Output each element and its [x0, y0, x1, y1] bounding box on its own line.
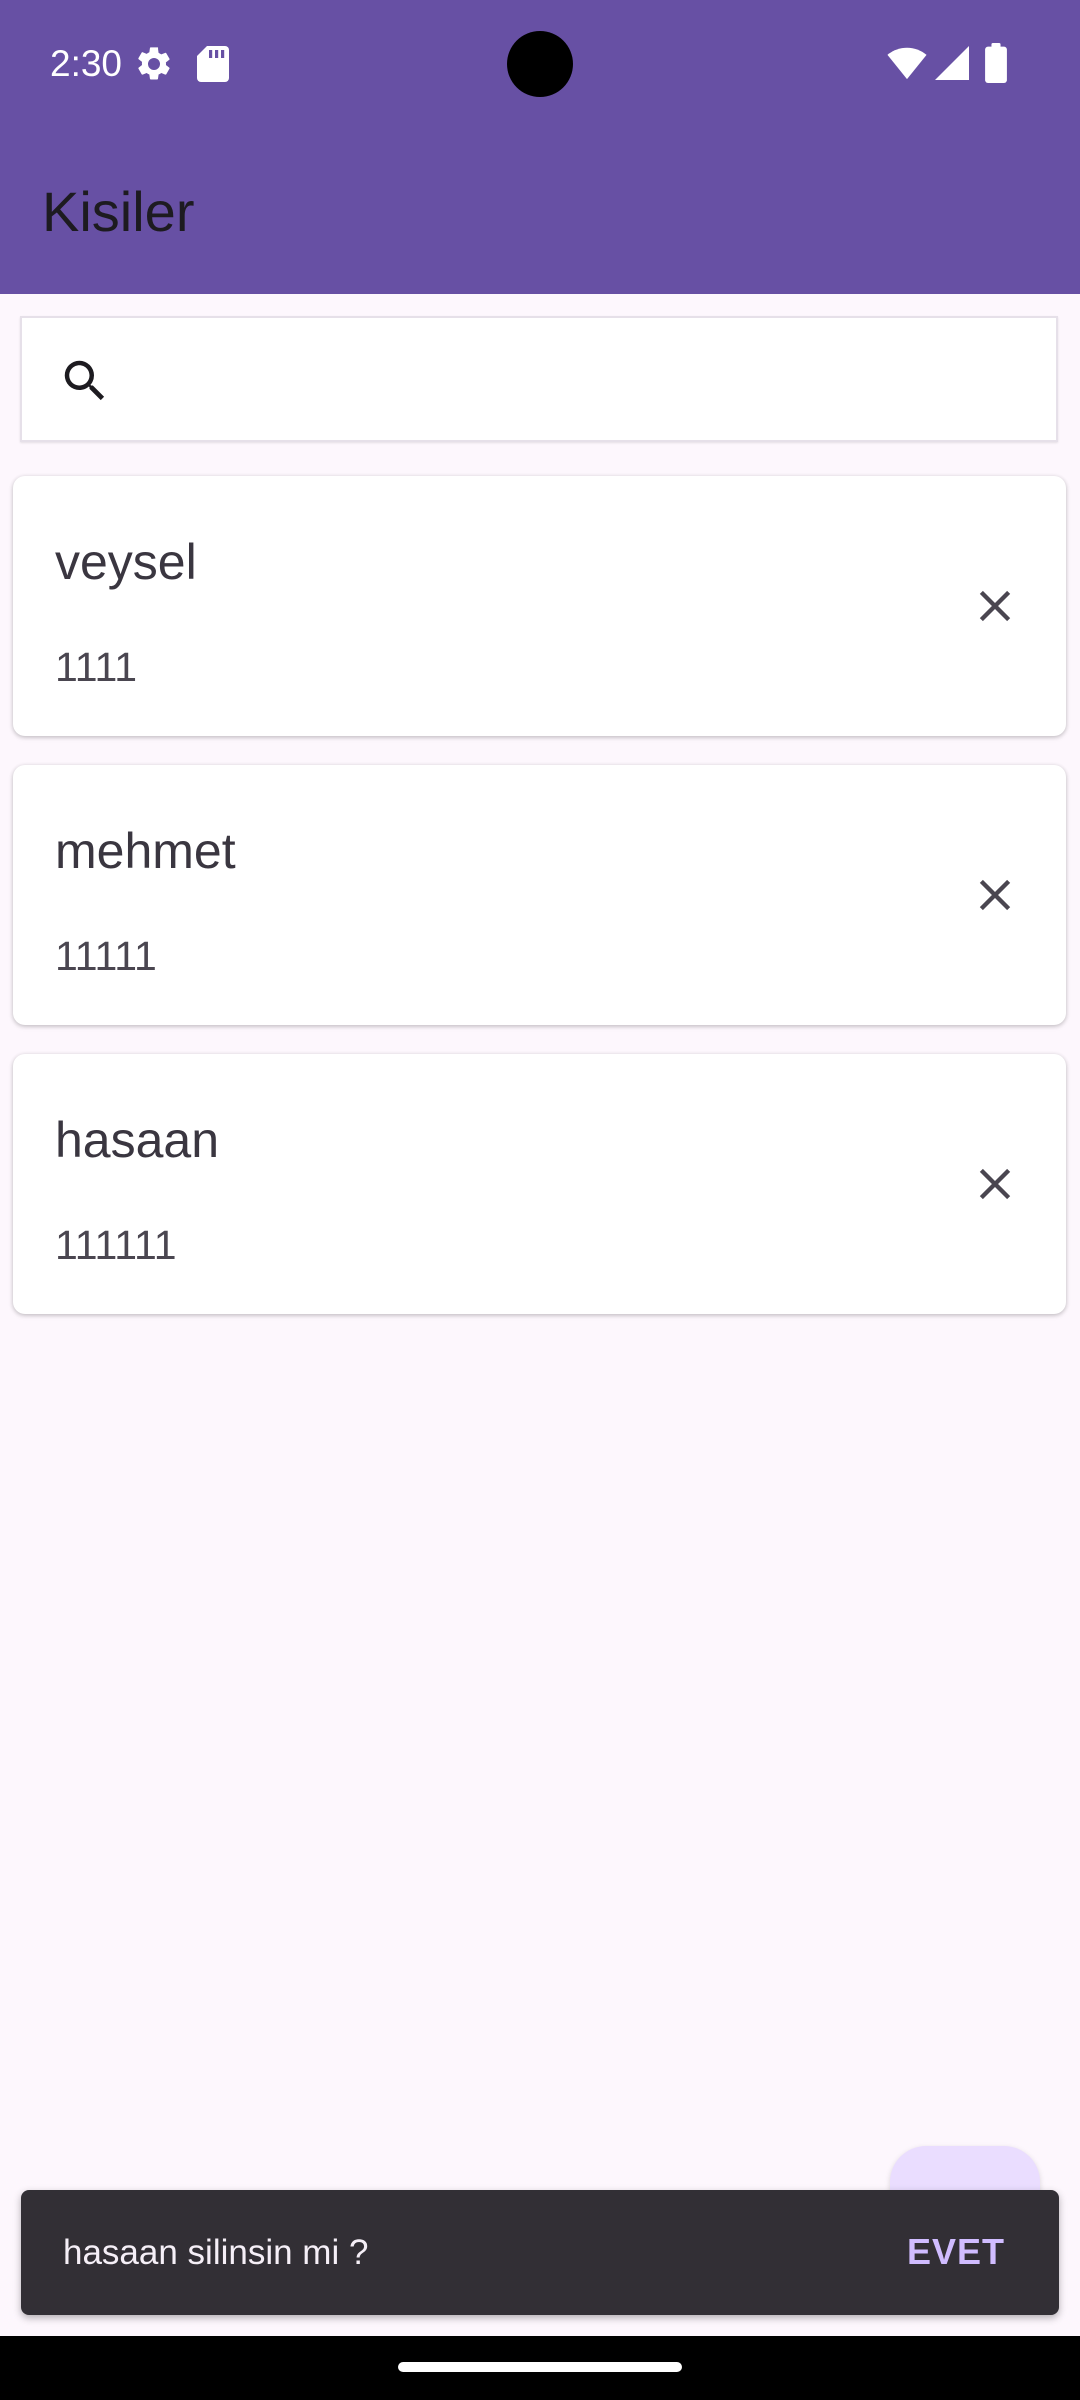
signal-icon: [935, 46, 969, 80]
close-icon[interactable]: [969, 1158, 1021, 1210]
contact-card[interactable]: hasaan 111111: [13, 1054, 1066, 1314]
close-icon[interactable]: [969, 580, 1021, 632]
status-bar: 2:30: [0, 0, 1080, 128]
contact-card[interactable]: veysel 1111: [13, 476, 1066, 736]
contact-card[interactable]: mehmet 11111: [13, 765, 1066, 1025]
home-gesture-handle[interactable]: [398, 2362, 682, 2372]
contact-name: mehmet: [55, 823, 236, 879]
camera-cutout: [507, 31, 573, 97]
app-bar: 2:30 Kisiler: [0, 0, 1080, 294]
snackbar: hasaan silinsin mi ? EVET: [21, 2190, 1059, 2315]
search-bar[interactable]: [20, 316, 1058, 442]
confirm-delete-button[interactable]: EVET: [907, 2228, 1005, 2276]
contact-phone: 111111: [55, 1222, 177, 1268]
contact-name: veysel: [55, 534, 197, 590]
wifi-icon: [887, 47, 927, 80]
contact-phone: 11111: [55, 933, 157, 979]
snackbar-message: hasaan silinsin mi ?: [63, 2233, 369, 2272]
search-icon: [64, 360, 105, 401]
gear-icon: [138, 47, 170, 80]
contact-name: hasaan: [55, 1112, 220, 1168]
close-icon[interactable]: [969, 869, 1021, 921]
contact-phone: 1111: [55, 644, 138, 690]
search-input[interactable]: [132, 338, 1036, 424]
battery-icon: [985, 43, 1007, 83]
screen: 2:30 Kisiler veysel 1111 mehmet 11111 ha…: [0, 0, 1080, 2400]
status-time: 2:30: [50, 43, 123, 84]
sd-card-icon: [197, 46, 229, 82]
page-title: Kisiler: [42, 180, 195, 243]
